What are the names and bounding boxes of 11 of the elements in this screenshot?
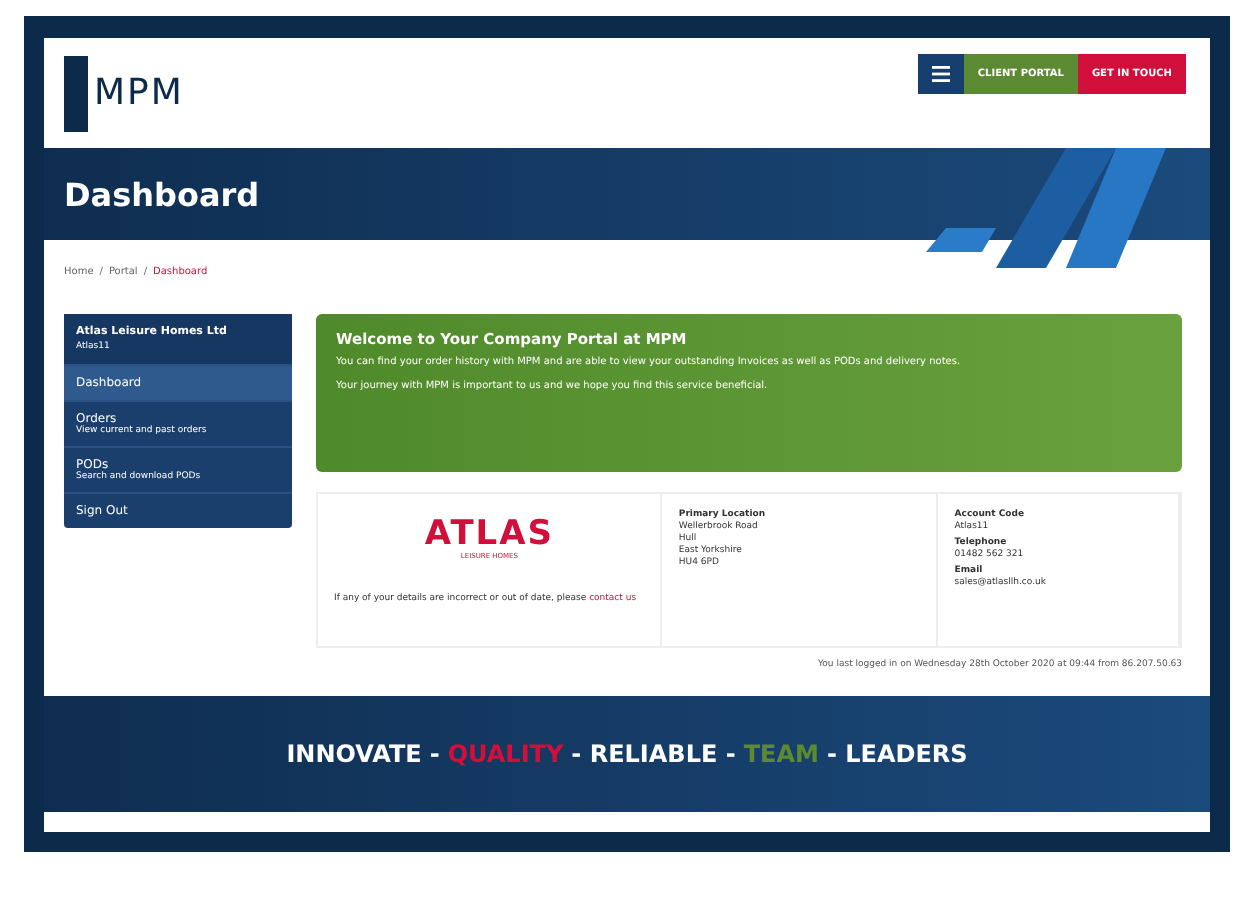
menu-icon: [931, 65, 950, 81]
page-title: Dashboard: [64, 175, 260, 213]
tagline-word: QUALITY: [447, 740, 564, 768]
tagline-word: INNOVATE: [286, 740, 422, 768]
tagline-word: - LEADERS: [826, 740, 968, 768]
logo-block-icon: [64, 55, 88, 131]
menu-button[interactable]: [917, 53, 964, 93]
tagline-word: -: [429, 740, 440, 768]
tagline-word: - RELIABLE -: [571, 740, 736, 768]
mpm-logo: MPM: [94, 72, 184, 114]
tagline-word: TEAM: [743, 740, 819, 768]
